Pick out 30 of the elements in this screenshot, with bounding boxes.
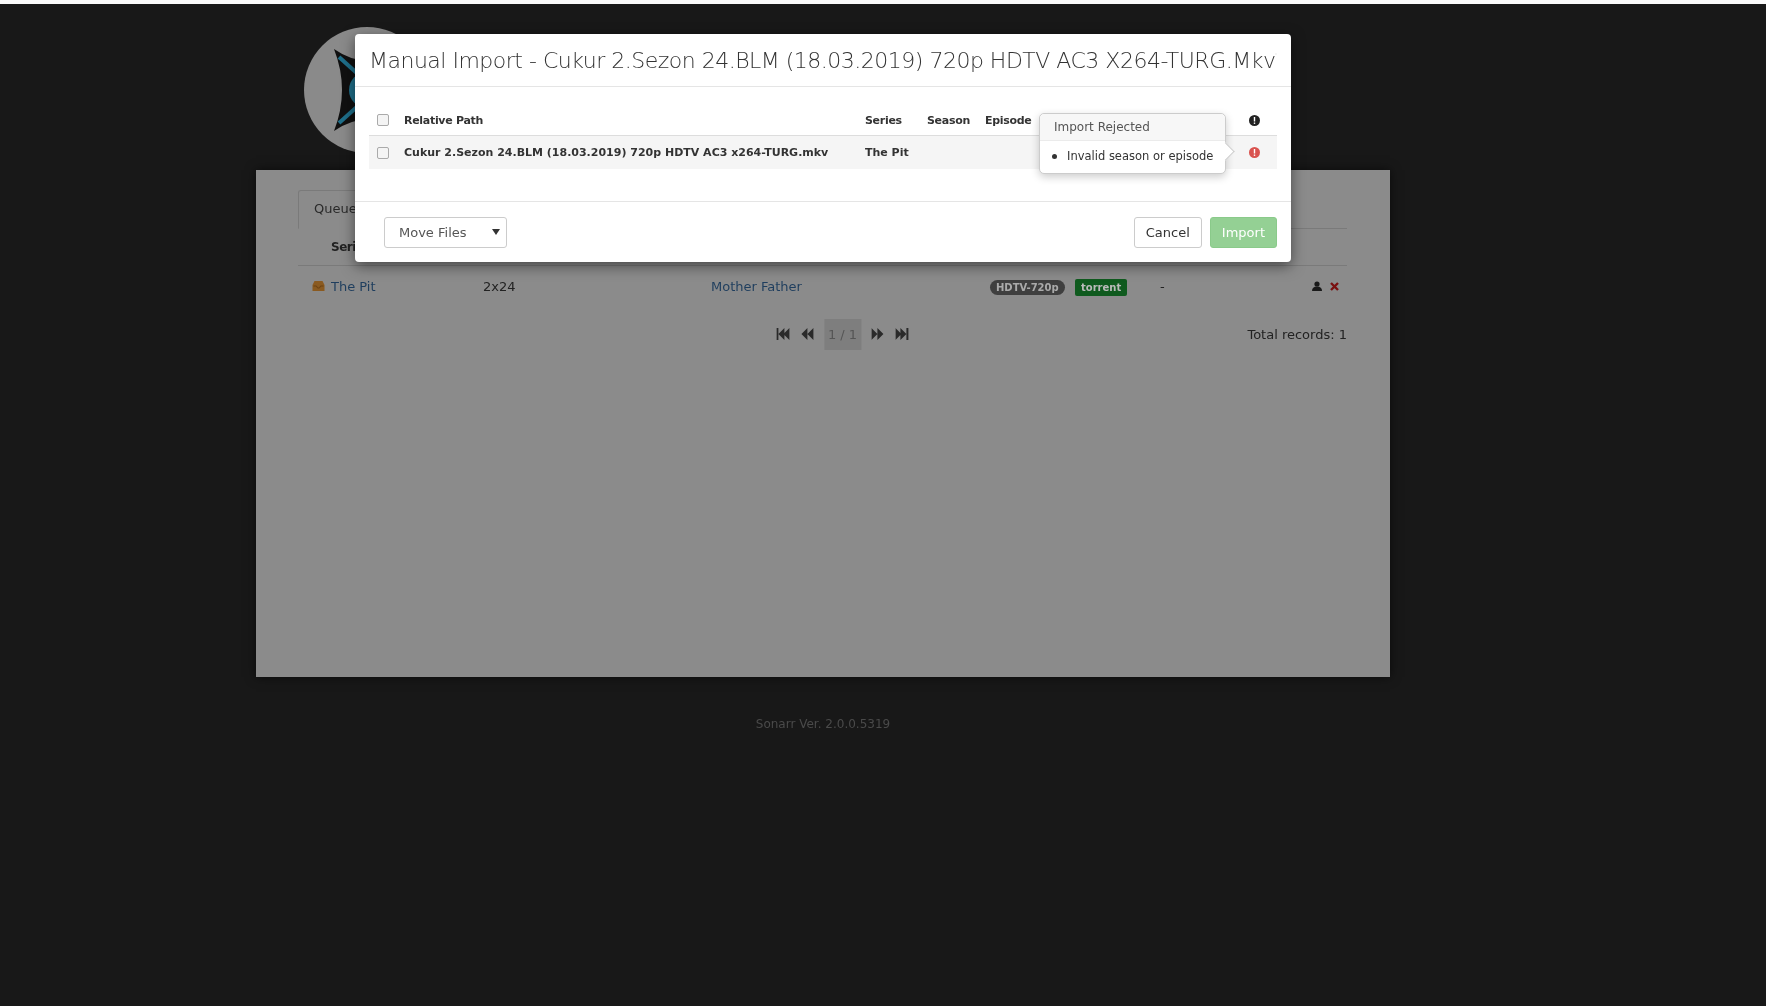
popover-title: Import Rejected: [1040, 114, 1226, 141]
series-link[interactable]: The Pit: [331, 278, 483, 294]
cancel-button[interactable]: Cancel: [1133, 216, 1202, 248]
first-page-icon[interactable]: [775, 328, 790, 340]
checkbox[interactable]: [377, 146, 389, 159]
total-records: Total records: 1: [1247, 326, 1347, 342]
import-mode-dropdown[interactable]: Move Files: [384, 216, 507, 248]
next-page-icon[interactable]: [871, 328, 886, 340]
bullet-icon: [1052, 153, 1057, 159]
quality-label: HDTV-720p: [990, 279, 1065, 295]
rejection-reason: Invalid season or episode: [1067, 149, 1214, 163]
remove-icon[interactable]: [1330, 281, 1339, 291]
last-page-icon[interactable]: [895, 328, 910, 340]
dialog-title: Manual Import - Cukur 2.Sezon 24.BLM (18.03.2019) 720p HDTV AC3 X264-TURG.Mkv: [369, 47, 1276, 73]
checkbox[interactable]: [377, 114, 389, 126]
table-cell-text: -: [1160, 278, 1166, 294]
table-cell-text: The Pit: [865, 146, 910, 159]
column-header: Seri: [331, 240, 356, 254]
caret-icon: [492, 229, 500, 235]
column-header: Series: [865, 113, 903, 127]
column-header: Relative Path: [404, 113, 484, 127]
table-cell-text: Cukur 2.Sezon 24.BLM (18.03.2019) 720p HDTV AC3 x264-TURG.mkv: [404, 146, 830, 159]
column-header: Episode: [985, 113, 1033, 127]
previous-page-icon[interactable]: [799, 328, 814, 340]
episode-number: 2x24: [483, 278, 517, 294]
episode-title-link[interactable]: Mother Father: [711, 278, 990, 294]
user-icon[interactable]: [1312, 281, 1322, 291]
protocol-label: torrent: [1075, 278, 1128, 296]
info-icon: [1249, 114, 1260, 126]
column-header: Season: [927, 113, 971, 127]
